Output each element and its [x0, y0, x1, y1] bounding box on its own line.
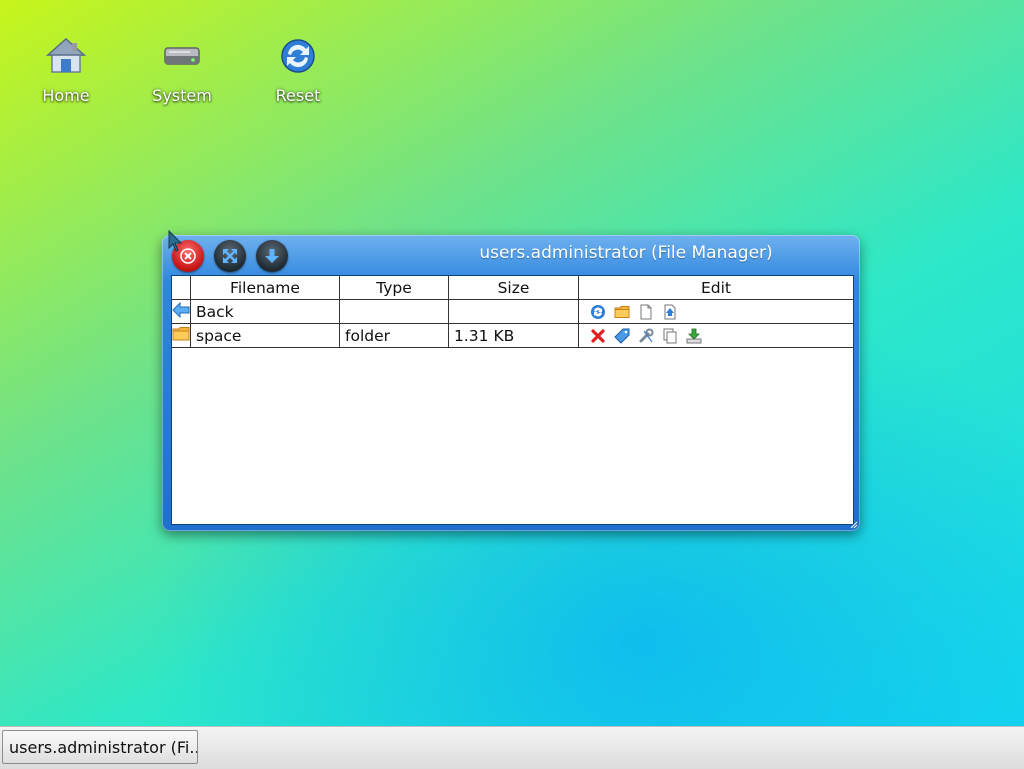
- minimize-window-button[interactable]: [256, 240, 288, 272]
- reset-icon: [276, 34, 320, 78]
- rename-tag-icon[interactable]: [614, 328, 630, 344]
- desktop-icon-label: System: [152, 86, 212, 105]
- header-size[interactable]: Size: [448, 276, 579, 300]
- taskbar: users.administrator (Fi...: [0, 726, 1024, 769]
- header-edit: Edit: [578, 276, 853, 300]
- refresh-icon[interactable]: [590, 304, 606, 320]
- maximize-window-button[interactable]: [214, 240, 246, 272]
- table-row[interactable]: space folder 1.31 KB: [172, 323, 853, 348]
- filename-cell[interactable]: Back: [190, 299, 340, 324]
- properties-wrench-icon[interactable]: [638, 328, 654, 344]
- filename-cell[interactable]: space: [190, 323, 340, 348]
- new-folder-icon[interactable]: [614, 304, 630, 320]
- taskbar-item-file-manager[interactable]: users.administrator (Fi...: [2, 730, 198, 764]
- upload-icon[interactable]: [662, 304, 678, 320]
- delete-icon[interactable]: [590, 328, 606, 344]
- copy-icon[interactable]: [662, 328, 678, 344]
- desktop: Home System Reset users.administrator (F…: [0, 0, 1024, 726]
- size-cell: [448, 299, 579, 324]
- edit-cell: [578, 323, 853, 348]
- table-row[interactable]: Back: [172, 299, 853, 324]
- size-cell: 1.31 KB: [448, 323, 579, 348]
- back-arrow-icon[interactable]: [172, 301, 190, 318]
- maximize-icon: [223, 249, 237, 263]
- desktop-icon-label: Home: [42, 86, 90, 105]
- edit-cell: [578, 299, 853, 324]
- file-table: Filename Type Size Edit Back space folde…: [172, 276, 853, 348]
- file-manager-window: users.administrator (File Manager) Filen…: [162, 235, 860, 531]
- window-title: users.administrator (File Manager): [479, 243, 773, 263]
- table-header-row: Filename Type Size Edit: [172, 276, 853, 300]
- desktop-icon-home[interactable]: Home: [16, 34, 116, 105]
- new-file-icon[interactable]: [638, 304, 654, 320]
- folder-icon: [172, 326, 190, 340]
- home-icon: [44, 34, 88, 78]
- header-type[interactable]: Type: [339, 276, 449, 300]
- desktop-icon-reset[interactable]: Reset: [248, 34, 348, 105]
- resize-grip-icon[interactable]: [850, 521, 858, 529]
- drive-icon: [160, 34, 204, 78]
- minimize-icon: [265, 249, 279, 263]
- file-list-panel: Filename Type Size Edit Back space folde…: [171, 275, 854, 525]
- download-icon[interactable]: [686, 328, 702, 344]
- header-icon-column: [172, 276, 191, 300]
- desktop-icon-system[interactable]: System: [132, 34, 232, 105]
- type-cell: [339, 299, 449, 324]
- header-filename[interactable]: Filename: [190, 276, 340, 300]
- desktop-icon-label: Reset: [275, 86, 321, 105]
- close-icon: [180, 248, 196, 264]
- type-cell: folder: [339, 323, 449, 348]
- mouse-pointer-icon: [168, 230, 182, 252]
